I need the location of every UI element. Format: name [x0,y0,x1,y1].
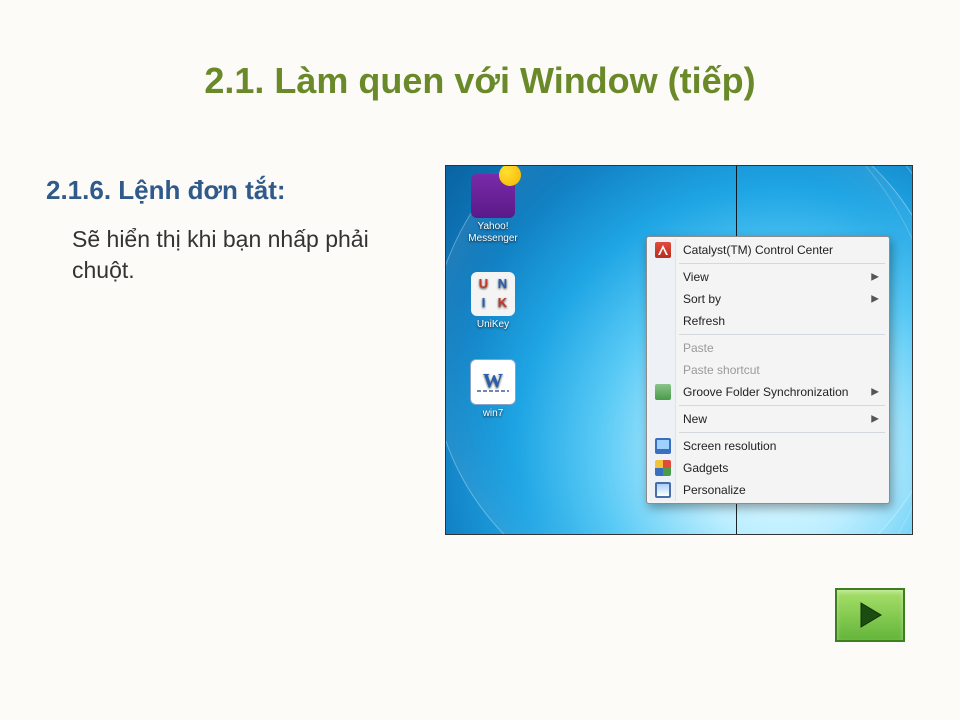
menu-item-label: Catalyst(TM) Control Center [683,243,833,257]
menu-item-paste-shortcut: Paste shortcut [649,359,887,381]
menu-item-label: Paste [683,341,714,355]
menu-item-sort-by[interactable]: Sort by ▶ [649,288,887,310]
slide-body-text: Sẽ hiển thị khi bạn nhấp phải chuột. [72,224,402,286]
menu-item-personalize[interactable]: Personalize [649,479,887,501]
screen-resolution-icon [655,438,671,454]
menu-item-paste: Paste [649,337,887,359]
menu-item-refresh[interactable]: Refresh [649,310,887,332]
menu-item-label: Screen resolution [683,439,776,453]
slide: 2.1. Làm quen với Window (tiếp) 2.1.6. L… [0,0,960,720]
next-button[interactable] [835,588,905,642]
menu-separator [679,334,885,335]
desktop-icon-label: UniKey [454,319,532,331]
menu-item-label: Gadgets [683,461,728,475]
menu-item-label: Groove Folder Synchronization [683,385,848,399]
menu-item-label: View [683,270,709,284]
menu-separator [679,263,885,264]
unikey-icon: UNIK [471,272,515,316]
desktop-icon-label: win7 [454,408,532,420]
submenu-arrow-icon: ▶ [871,414,879,425]
menu-item-catalyst[interactable]: Catalyst(TM) Control Center [649,239,887,261]
menu-item-label: Refresh [683,314,725,328]
personalize-icon [655,482,671,498]
ati-icon [655,242,671,258]
menu-item-label: Paste shortcut [683,363,760,377]
desktop-icon-win7[interactable]: win7 [454,359,532,420]
menu-item-groove-sync[interactable]: Groove Folder Synchronization ▶ [649,381,887,403]
slide-subtitle: 2.1.6. Lệnh đơn tắt: [46,175,286,206]
desktop-icons: Yahoo! Messenger UNIK UniKey win7 [454,174,532,447]
groove-icon [655,384,671,400]
menu-item-label: Personalize [683,483,746,497]
menu-item-label: New [683,412,707,426]
desktop-icon-yahoo[interactable]: Yahoo! Messenger [454,174,532,244]
yahoo-messenger-icon [471,174,515,218]
menu-item-screen-resolution[interactable]: Screen resolution [649,435,887,457]
slide-title: 2.1. Làm quen với Window (tiếp) [0,60,960,102]
word-doc-icon [470,359,516,405]
submenu-arrow-icon: ▶ [871,294,879,305]
desktop-icon-label: Yahoo! Messenger [454,221,532,244]
menu-item-view[interactable]: View ▶ [649,266,887,288]
menu-item-label: Sort by [683,292,721,306]
menu-item-new[interactable]: New ▶ [649,408,887,430]
desktop-screenshot: Yahoo! Messenger UNIK UniKey win7 Cataly… [445,165,913,535]
submenu-arrow-icon: ▶ [871,272,879,283]
menu-separator [679,405,885,406]
gadgets-icon [655,460,671,476]
play-icon [855,600,885,630]
context-menu: Catalyst(TM) Control Center View ▶ Sort … [646,236,890,504]
menu-separator [679,432,885,433]
submenu-arrow-icon: ▶ [871,387,879,398]
desktop-icon-unikey[interactable]: UNIK UniKey [454,272,532,331]
menu-item-gadgets[interactable]: Gadgets [649,457,887,479]
